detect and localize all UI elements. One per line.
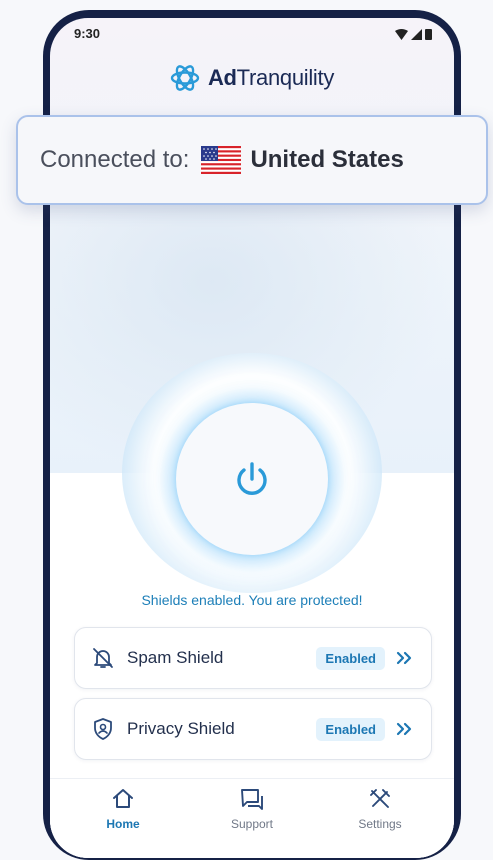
brand-suffix: Tranquility <box>236 65 335 90</box>
atom-logo-icon <box>170 65 200 91</box>
spam-shield-label: Spam Shield <box>127 648 224 667</box>
chat-icon <box>241 789 263 810</box>
privacy-shield-status-badge: Enabled <box>316 717 385 741</box>
bell-off-icon <box>93 648 113 668</box>
power-icon <box>237 462 267 495</box>
connection-banner[interactable]: Connected to: United States <box>16 115 488 205</box>
nav-settings[interactable]: Settings <box>335 787 425 831</box>
brand-name: AdTranquility <box>208 65 334 91</box>
connection-prefix: Connected to: <box>40 146 190 173</box>
battery-icon <box>425 29 432 40</box>
status-time: 9:30 <box>74 26 101 41</box>
wifi-icon <box>395 28 408 40</box>
power-button[interactable] <box>176 403 328 555</box>
double-chevron-right-icon[interactable] <box>395 649 413 667</box>
status-icons <box>395 28 432 40</box>
privacy-shield-card[interactable]: Privacy Shield Enabled <box>74 698 432 760</box>
status-bar: 9:30 <box>74 26 432 46</box>
nav-support-label: Support <box>230 817 274 831</box>
user-shield-icon <box>94 718 112 740</box>
app-logo: AdTranquility <box>50 64 454 92</box>
brand-prefix: Ad <box>207 65 237 90</box>
privacy-shield-label: Privacy Shield <box>127 719 235 738</box>
nav-support[interactable]: Support <box>207 787 297 831</box>
signal-icon <box>411 28 422 40</box>
spam-shield-status-badge: Enabled <box>316 646 385 670</box>
us-flag-icon <box>201 146 242 174</box>
connection-country: United States <box>250 146 404 173</box>
nav-home-label: Home <box>106 817 140 831</box>
tools-icon <box>370 789 390 808</box>
bottom-nav-bar: Home Support Settings <box>50 778 454 858</box>
home-icon <box>113 789 133 808</box>
protection-status: Shields enabled. You are protected! <box>141 592 363 608</box>
double-chevron-right-icon[interactable] <box>395 720 413 738</box>
nav-settings-label: Settings <box>358 817 402 831</box>
spam-shield-card[interactable]: Spam Shield Enabled <box>74 627 432 689</box>
nav-home[interactable]: Home <box>78 787 168 831</box>
